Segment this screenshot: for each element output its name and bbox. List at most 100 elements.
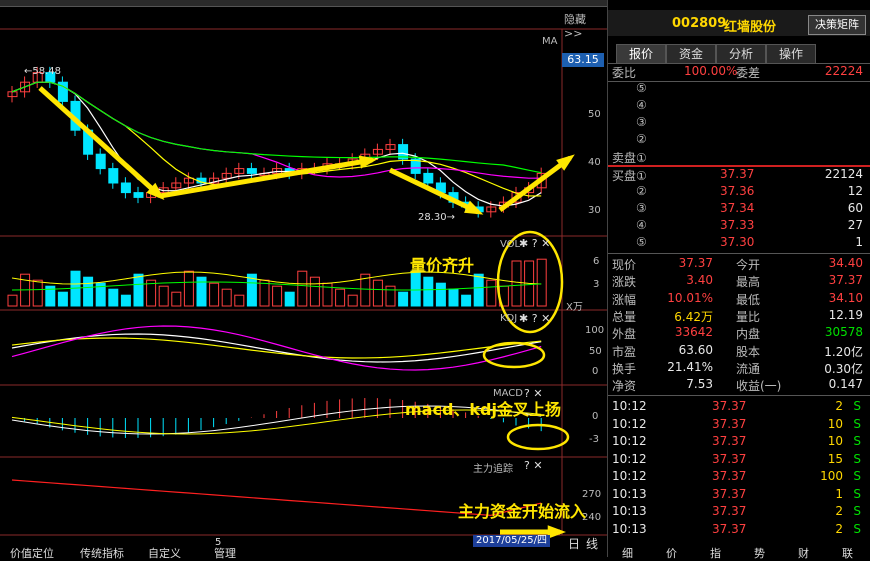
tick-time: 10:13 [612,504,647,518]
stat-value: 0.30亿 [824,361,863,376]
stat-label: 今开 [736,258,761,272]
panel-tab[interactable]: 指 [710,545,721,561]
date-cursor-label: 2017/05/25/四 [473,535,550,547]
volume-bar [120,294,131,307]
stat-value: 37.37 [828,273,863,288]
level-label: 买盘① [612,169,647,183]
close-icon: ✕ [533,459,543,472]
sell-level-row: ③ [608,115,870,132]
sell-level-row: 卖盘① [608,149,870,166]
tick-volume: 10 [827,434,843,448]
stat-value: 21.41% [667,359,713,374]
kdj-panel-controls[interactable]: ✱ ? ✕ [519,312,550,325]
period-line[interactable]: 线 [586,535,598,552]
stat-row: 涨幅 10.01% 最低 34.10 [608,291,870,308]
panel-tab[interactable]: 联 [842,545,853,561]
stat-label: 内盘 [736,327,761,342]
tab-value-position[interactable]: 价值定位 [10,545,54,561]
volume-bar [448,288,459,307]
tick-volume: 2 [835,399,843,413]
sell-level-row: ② [608,132,870,149]
tick-row: 10:12 37.37 10 S [608,434,870,451]
tick-price: 37.37 [712,521,747,536]
zljz-label: 主力追踪 [473,464,513,475]
volume-bar [347,294,358,307]
tick-row: 10:13 37.37 1 S [608,487,870,504]
level-volume: 12 [847,184,863,198]
tick-row: 10:13 37.37 2 S [608,522,870,539]
stat-row: 现价 37.37 今开 34.40 [608,256,870,273]
tick-price: 37.37 [712,469,747,483]
level-label: 卖盘① [612,151,647,165]
stock-code: 002809 [672,16,727,31]
panel-tab[interactable]: 财 [798,545,809,561]
ma-line [11,81,542,174]
help-icon: ? [531,237,538,250]
kline-chart-area[interactable]: 隐藏 >> MA 63.15 50 40 30 ←58.48 28.30→ VO… [0,0,607,560]
volume-bar [385,285,396,307]
volume-bar [511,260,522,307]
kdj-axis-100: 100 [585,325,605,336]
tab-traditional[interactable]: 传统指标 [80,545,124,561]
price-axis-30: 30 [588,205,601,216]
tick-side: S [853,521,861,536]
tab-operate[interactable]: 操作 [766,44,816,64]
stat-value: 10.01% [667,290,713,305]
stat-value: 37.37 [678,256,713,270]
volume-bar [398,291,409,307]
tick-volume: 1 [835,486,843,501]
volume-bar [32,279,43,307]
level-label: ④ [636,218,647,232]
level-volume: 1 [855,235,863,249]
level-label: ⑤ [636,81,647,95]
tick-row: 10:13 37.37 2 S [608,504,870,521]
chart-canvas[interactable] [0,0,607,557]
quote-panel: 002809 红墙股份 决策矩阵 报价 资金 分析 操作 委比 100.00% … [607,0,870,560]
volume-bar [309,276,320,307]
panel-tab[interactable]: 价 [666,545,677,561]
period-day[interactable]: 日 [568,535,580,552]
price-tag: 63.15 [562,53,604,67]
help-icon: ? [531,312,538,325]
volume-bar [83,276,94,307]
tick-price: 37.37 [712,434,747,448]
stat-label: 涨跌 [612,275,637,290]
level-label: ③ [636,201,647,215]
tab-funds[interactable]: 资金 [666,44,716,64]
stat-row: 涨跌 3.40 最高 37.37 [608,273,870,290]
stat-label: 收益(一) [736,379,782,394]
buy-level-row: ③ 37.34 60 [608,201,870,218]
stat-label: 市盈 [612,344,637,359]
panel-tab[interactable]: 细 [622,545,633,561]
tab-custom[interactable]: 自定义 [148,545,181,561]
stat-row: 总量 6.42万 量比 12.19 [608,308,870,325]
tick-volume: 10 [827,416,843,431]
volume-bar [158,285,169,307]
tick-price: 37.37 [712,416,747,431]
tick-time: 10:12 [612,416,647,431]
stat-value: 33642 [674,325,713,340]
level-volume: 27 [847,218,863,232]
vol-label: VOL [500,239,521,250]
volume-bar [209,282,220,307]
buy-level-row: ② 37.36 12 [608,184,870,201]
help-icon: ? [524,459,530,472]
tick-volume: 100 [820,469,843,483]
tick-volume: 15 [827,451,843,466]
tick-side: S [853,434,861,448]
candle-body [95,153,106,170]
vol-axis-6: 6 [593,256,600,267]
tab-analysis[interactable]: 分析 [716,44,766,64]
tab-manage[interactable]: 管理 [214,545,236,561]
decision-matrix-button[interactable]: 决策矩阵 [808,15,866,35]
kdj-line [11,325,542,371]
stat-row: 市盈 63.60 股本 1.20亿 [608,343,870,360]
tab-quote[interactable]: 报价 [616,44,666,64]
vol-panel-controls[interactable]: ✱ ? ✕ [519,237,550,250]
level-price: 37.33 [720,218,755,232]
panel-tab[interactable]: 势 [754,545,765,561]
macd-highlight-ellipse [506,423,570,451]
level-label: ② [636,132,647,146]
zljz-panel-controls[interactable]: ? ✕ [524,459,543,472]
tick-time: 10:12 [612,399,647,413]
